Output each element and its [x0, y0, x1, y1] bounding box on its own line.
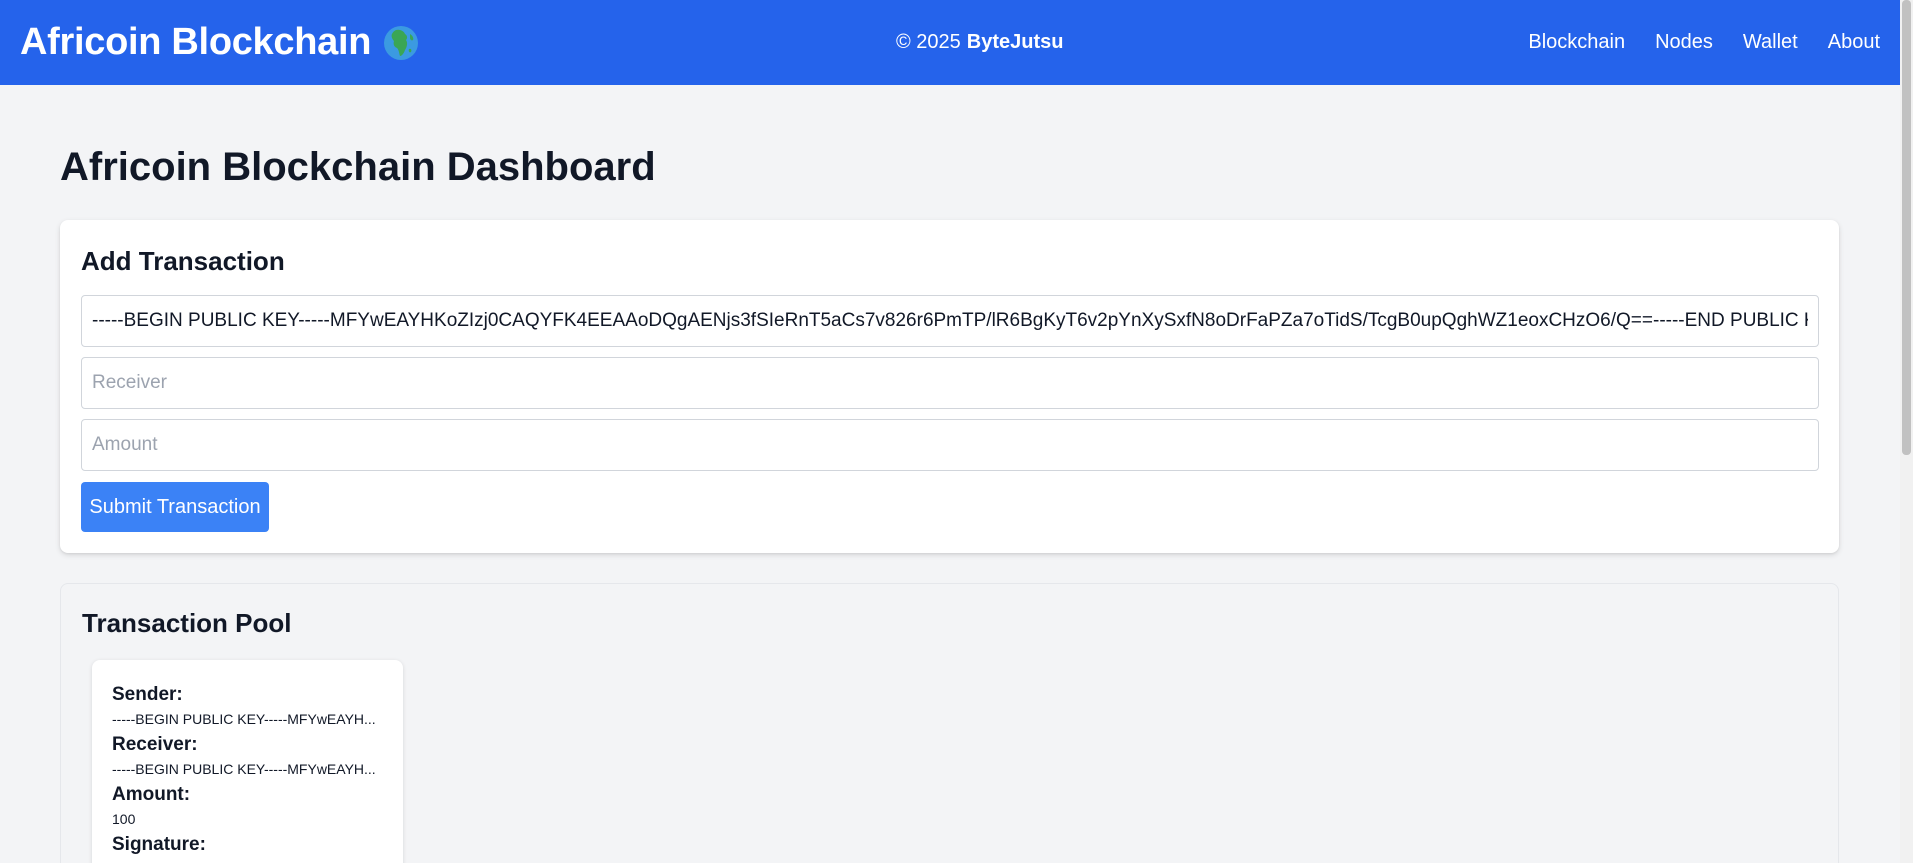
sender-input[interactable] — [81, 295, 1819, 347]
receiver-label: Receiver: — [112, 734, 198, 755]
receiver-value: -----BEGIN PUBLIC KEY-----MFYwEAYH... — [112, 761, 376, 777]
page-title: Africoin Blockchain Dashboard — [60, 145, 656, 189]
transaction-card: Sender: -----BEGIN PUBLIC KEY-----MFYwEA… — [92, 660, 403, 863]
sender-label: Sender: — [112, 684, 183, 705]
transaction-pool-section: Transaction Pool Sender: -----BEGIN PUBL… — [60, 583, 1839, 863]
amount-input[interactable] — [81, 419, 1819, 471]
top-navbar: Africoin Blockchain © 2025 ByteJutsu Blo… — [0, 0, 1900, 85]
globe-africa-icon — [384, 25, 419, 60]
nav-link-about[interactable]: About — [1828, 31, 1880, 54]
nav-links: Blockchain Nodes Wallet About — [1528, 0, 1880, 85]
add-transaction-title: Add Transaction — [81, 246, 285, 276]
amount-label: Amount: — [112, 784, 191, 805]
brand[interactable]: Africoin Blockchain — [20, 0, 419, 85]
scrollbar-thumb[interactable] — [1902, 0, 1911, 455]
submit-transaction-button[interactable]: Submit Transaction — [81, 482, 269, 532]
sender-value: -----BEGIN PUBLIC KEY-----MFYwEAYH... — [112, 711, 376, 727]
amount-value: 100 — [112, 811, 136, 827]
receiver-input[interactable] — [81, 357, 1819, 409]
nav-link-nodes[interactable]: Nodes — [1655, 31, 1713, 54]
page-scrollbar[interactable] — [1900, 0, 1913, 863]
add-transaction-card: Add Transaction Submit Transaction — [60, 220, 1839, 553]
brand-title: Africoin Blockchain — [20, 21, 372, 63]
copyright-owner: ByteJutsu — [966, 31, 1064, 53]
nav-link-wallet[interactable]: Wallet — [1743, 31, 1798, 54]
nav-link-blockchain[interactable]: Blockchain — [1528, 31, 1625, 54]
copyright-notice: © 2025 ByteJutsu — [896, 0, 1064, 85]
copyright-prefix: © 2025 — [896, 31, 961, 53]
signature-label: Signature: — [112, 834, 206, 855]
transaction-pool-title: Transaction Pool — [82, 608, 292, 638]
